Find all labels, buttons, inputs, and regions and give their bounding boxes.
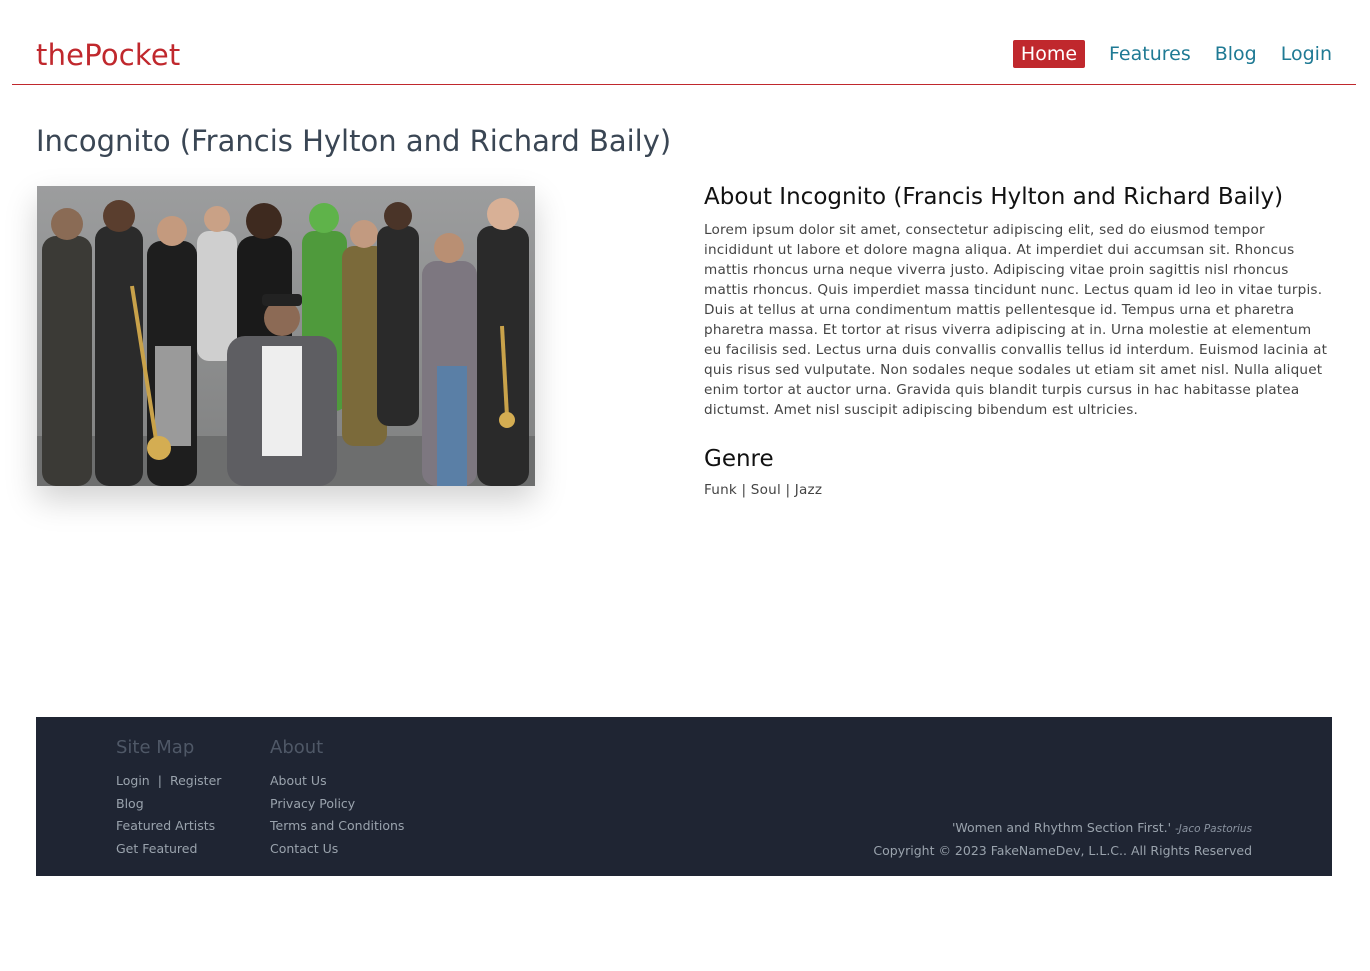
footer-featured-artists-link[interactable]: Featured Artists [116,815,221,838]
footer-about-us-link[interactable]: About Us [270,770,404,793]
footer-about: About About Us Privacy Policy Terms and … [270,737,404,861]
footer-terms-link[interactable]: Terms and Conditions [270,815,404,838]
footer-register-link[interactable]: Register [170,770,221,793]
sitemap-heading: Site Map [116,737,195,758]
footer-sitemap: Site Map Login | Register Blog Featured … [116,737,221,861]
artist-photo [37,186,535,486]
nav-blog[interactable]: Blog [1215,40,1257,68]
nav-login[interactable]: Login [1281,40,1332,68]
about-footer-heading: About [270,737,324,758]
main-nav: Home Features Blog Login [989,40,1332,68]
footer-right: 'Women and Rhythm Section First.' -Jaco … [873,817,1252,862]
genre-list: Funk | Soul | Jazz [704,482,823,498]
page-title: Incognito (Francis Hylton and Richard Ba… [36,124,672,158]
nav-features[interactable]: Features [1109,40,1191,68]
nav-home[interactable]: Home [1012,40,1086,68]
about-section: About Incognito (Francis Hylton and Rich… [704,184,1332,498]
copyright: Copyright © 2023 FakeNameDev, L.L.C.. Al… [873,843,1252,858]
about-heading: About Incognito (Francis Hylton and Rich… [704,184,1284,210]
top-navbar: thePocket Home Features Blog Login [12,0,1356,85]
footer-get-featured-link[interactable]: Get Featured [116,838,221,861]
genre-heading: Genre [704,446,774,472]
separator: | [157,773,162,788]
footer-quote-line: 'Women and Rhythm Section First.' -Jaco … [873,817,1252,840]
brand-logo[interactable]: thePocket [36,38,181,72]
footer-quote: 'Women and Rhythm Section First.' [951,820,1172,835]
footer-privacy-link[interactable]: Privacy Policy [270,793,404,816]
login-register-row: Login | Register [116,770,221,793]
band-photo-image [37,186,535,486]
footer-quote-author: -Jaco Pastorius [1175,823,1252,835]
footer-login-link[interactable]: Login [116,770,150,793]
about-body: Lorem ipsum dolor sit amet, consectetur … [704,222,1328,418]
footer-contact-link[interactable]: Contact Us [270,838,404,861]
footer-blog-link[interactable]: Blog [116,793,221,816]
site-footer: Site Map Login | Register Blog Featured … [36,717,1332,876]
